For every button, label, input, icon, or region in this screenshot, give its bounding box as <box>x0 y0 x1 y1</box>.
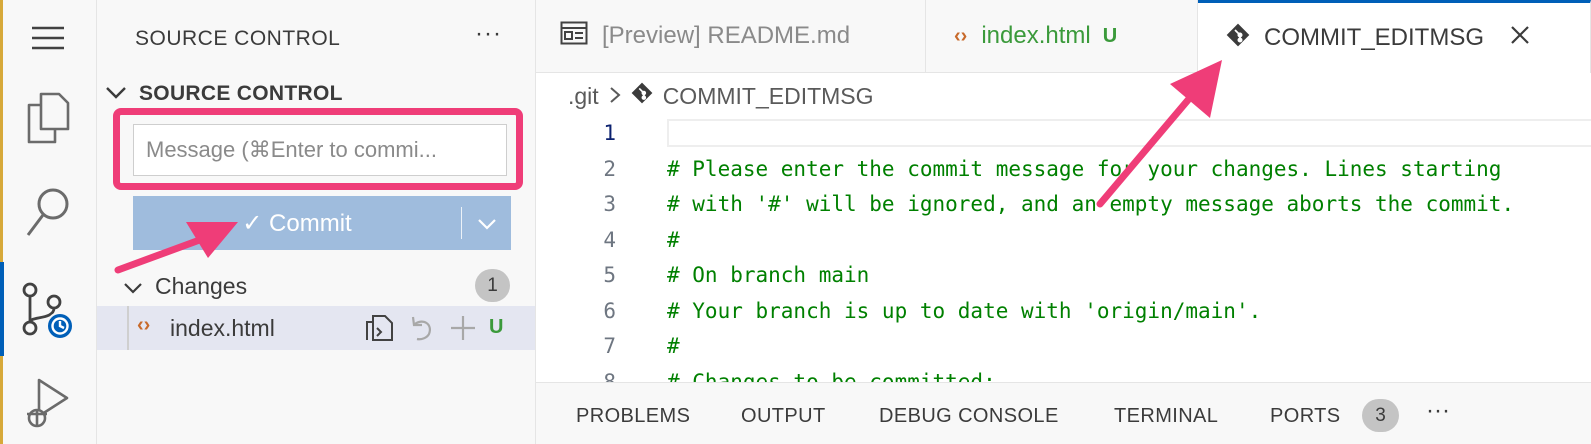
chevron-down-icon <box>105 82 129 106</box>
editor-line: 5 # On branch main <box>536 258 1591 294</box>
tab-terminal[interactable]: TERMINAL <box>1114 405 1218 428</box>
more-actions-icon[interactable]: ··· <box>1426 397 1450 425</box>
line-text: # <box>667 228 680 252</box>
chevron-right-icon <box>609 83 621 110</box>
breadcrumb: .git COMMIT_EDITMSG <box>568 82 874 110</box>
file-actions <box>365 314 477 347</box>
file-name: index.html <box>170 315 275 341</box>
line-number: 2 <box>603 157 616 181</box>
explorer-icon[interactable] <box>16 86 80 150</box>
tab-problems[interactable]: PROBLEMS <box>576 405 690 428</box>
editor-line: 3 # with '#' will be ignored, and an emp… <box>536 187 1591 223</box>
editor-line: 2 # Please enter the commit message for … <box>536 152 1591 188</box>
more-actions-icon[interactable]: ··· <box>475 20 502 48</box>
menu-icon[interactable] <box>16 6 80 70</box>
ports-count-badge: 3 <box>1362 399 1399 432</box>
chevron-down-icon <box>477 209 497 237</box>
current-line-highlight <box>667 119 1591 147</box>
untracked-status: U <box>1102 24 1118 47</box>
tab-label: COMMIT_EDITMSG <box>1264 24 1484 51</box>
breadcrumb-file[interactable]: COMMIT_EDITMSG <box>663 83 874 110</box>
untracked-status: U <box>489 316 504 338</box>
editor-line: 4 # <box>536 223 1591 259</box>
editor-line: 6 # Your branch is up to date with 'orig… <box>536 294 1591 330</box>
line-number: 1 <box>603 121 616 145</box>
editor-tab-bar: [Preview] README.md ‹› index.html U COMM… <box>536 0 1591 73</box>
tab-label: index.html <box>981 22 1091 49</box>
tab-index-html[interactable]: ‹› index.html U <box>926 0 1198 72</box>
line-number: 3 <box>603 192 616 216</box>
run-debug-icon[interactable] <box>16 370 80 434</box>
code-editor[interactable]: 1 2 # Please enter the commit message fo… <box>536 112 1591 382</box>
git-icon <box>631 82 653 110</box>
activity-bar <box>0 0 97 444</box>
commit-label: ✓ Commit <box>242 209 352 237</box>
line-text: # Your branch is up to date with 'origin… <box>667 299 1262 323</box>
close-icon[interactable] <box>1510 24 1530 52</box>
changes-group[interactable]: Changes <box>97 266 535 306</box>
line-text: # Please enter the commit message for yo… <box>667 157 1502 181</box>
changes-count-badge: 1 <box>475 269 510 302</box>
editor-line: 1 <box>536 116 1591 152</box>
commit-message-input[interactable] <box>133 124 507 176</box>
editor-line: 7 # <box>536 329 1591 365</box>
line-number: 8 <box>603 370 616 382</box>
line-number: 5 <box>603 263 616 287</box>
preview-icon <box>560 21 588 52</box>
source-control-sidebar: SOURCE CONTROL ··· SOURCE CONTROL ✓ Comm… <box>97 0 536 444</box>
line-text: # with '#' will be ignored, and an empty… <box>667 192 1515 216</box>
html-file-icon: ‹› <box>137 314 151 336</box>
breadcrumb-folder[interactable]: .git <box>568 83 599 110</box>
search-icon[interactable] <box>16 180 80 244</box>
source-control-icon[interactable] <box>16 278 80 342</box>
window-edge <box>0 0 3 444</box>
line-number: 7 <box>603 334 616 358</box>
tab-output[interactable]: OUTPUT <box>741 405 826 428</box>
tab-ports[interactable]: PORTS <box>1270 405 1341 428</box>
html-icon: ‹› <box>954 24 968 47</box>
commit-dropdown[interactable] <box>462 196 511 250</box>
tab-readme-preview[interactable]: [Preview] README.md <box>536 0 926 72</box>
commit-main[interactable]: ✓ Commit <box>133 196 461 250</box>
line-number: 6 <box>603 299 616 323</box>
commit-separator <box>461 207 462 239</box>
active-indicator <box>0 262 4 356</box>
vscode-window: SOURCE CONTROL ··· SOURCE CONTROL ✓ Comm… <box>0 0 1591 444</box>
line-text: # On branch main <box>667 263 870 287</box>
git-icon <box>1226 23 1250 54</box>
chevron-down-icon <box>123 273 143 300</box>
changed-file-row[interactable]: ‹› index.html U <box>97 306 535 350</box>
bottom-panel: PROBLEMS OUTPUT DEBUG CONSOLE TERMINAL P… <box>536 382 1591 444</box>
editor-line: 8 # Changes to be committed: <box>536 365 1591 382</box>
open-file-icon[interactable] <box>365 314 395 347</box>
discard-changes-icon[interactable] <box>409 314 435 347</box>
stage-changes-icon[interactable] <box>449 314 477 347</box>
tab-debug-console[interactable]: DEBUG CONSOLE <box>879 405 1059 428</box>
line-text: # Changes to be committed: <box>667 370 996 382</box>
changes-label: Changes <box>155 272 248 299</box>
line-text: # <box>667 334 680 358</box>
tree-guide <box>127 306 129 350</box>
line-number: 4 <box>603 228 616 252</box>
commit-button[interactable]: ✓ Commit <box>133 196 511 250</box>
section-title: SOURCE CONTROL <box>139 82 343 105</box>
tab-commit-editmsg[interactable]: COMMIT_EDITMSG <box>1198 0 1591 73</box>
tab-label: [Preview] README.md <box>602 22 851 49</box>
section-header[interactable]: SOURCE CONTROL <box>105 82 343 106</box>
sidebar-title: SOURCE CONTROL <box>135 27 341 50</box>
